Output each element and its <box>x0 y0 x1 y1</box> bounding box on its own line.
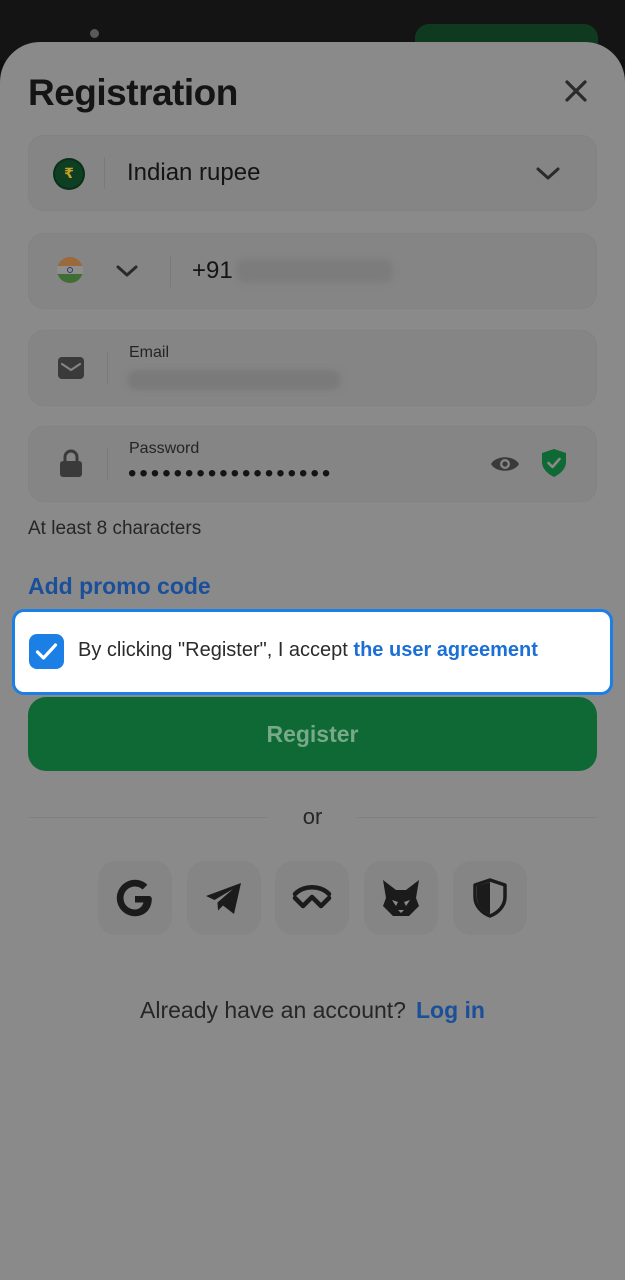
rupee-coin-icon: ₹ <box>55 160 83 188</box>
agreement-text: By clicking "Register", I accept the use… <box>78 639 538 661</box>
walletconnect-login-button[interactable] <box>275 861 349 935</box>
currency-select[interactable]: ₹ Indian rupee <box>28 135 597 211</box>
password-value[interactable]: •••••••••••••••••• <box>128 460 333 488</box>
phone-number-blurred[interactable] <box>236 259 393 283</box>
email-label: Email <box>129 344 170 361</box>
register-button[interactable]: Register <box>28 697 597 771</box>
page-title: Registration <box>28 72 238 113</box>
email-value-blurred[interactable] <box>127 370 341 390</box>
chevron-down-icon <box>534 161 562 185</box>
security-login-button[interactable] <box>453 861 527 935</box>
india-flag-icon <box>57 257 83 283</box>
email-field[interactable]: Email <box>28 330 597 406</box>
or-separator: or <box>302 804 323 829</box>
field-divider <box>104 157 105 189</box>
user-agreement-link[interactable]: the user agreement <box>353 639 538 661</box>
shield-icon <box>473 878 507 918</box>
telegram-login-button[interactable] <box>187 861 261 935</box>
eye-icon[interactable] <box>490 453 520 475</box>
field-divider <box>170 255 171 287</box>
currency-label: Indian rupee <box>127 159 261 186</box>
login-prompt-row: Already have an account? Log in <box>0 997 625 1024</box>
password-field[interactable]: Password •••••••••••••••••• <box>28 426 597 502</box>
password-label: Password <box>129 440 200 457</box>
metamask-login-button[interactable] <box>364 861 438 935</box>
walletconnect-icon <box>292 885 332 909</box>
phone-field[interactable]: +91 <box>28 233 597 309</box>
google-login-button[interactable] <box>98 861 172 935</box>
envelope-icon <box>57 356 85 380</box>
google-icon <box>116 879 152 917</box>
lock-icon <box>59 448 83 478</box>
close-icon[interactable] <box>560 75 592 107</box>
field-divider <box>107 352 108 384</box>
country-chevron-down-icon[interactable] <box>114 259 140 283</box>
agreement-checkbox[interactable] <box>29 634 64 669</box>
fox-icon <box>383 880 419 916</box>
shield-check-icon <box>541 448 567 478</box>
add-promo-code-link[interactable]: Add promo code <box>28 573 211 600</box>
field-divider <box>107 448 108 480</box>
agreement-highlight-box: By clicking "Register", I accept the use… <box>12 609 613 695</box>
header-dot <box>90 29 99 38</box>
password-hint: At least 8 characters <box>28 518 202 539</box>
telegram-icon <box>206 883 241 914</box>
login-prompt: Already have an account? <box>140 997 406 1023</box>
checkmark-icon <box>35 643 58 660</box>
login-link[interactable]: Log in <box>416 997 485 1023</box>
phone-country-code: +91 <box>192 257 233 284</box>
